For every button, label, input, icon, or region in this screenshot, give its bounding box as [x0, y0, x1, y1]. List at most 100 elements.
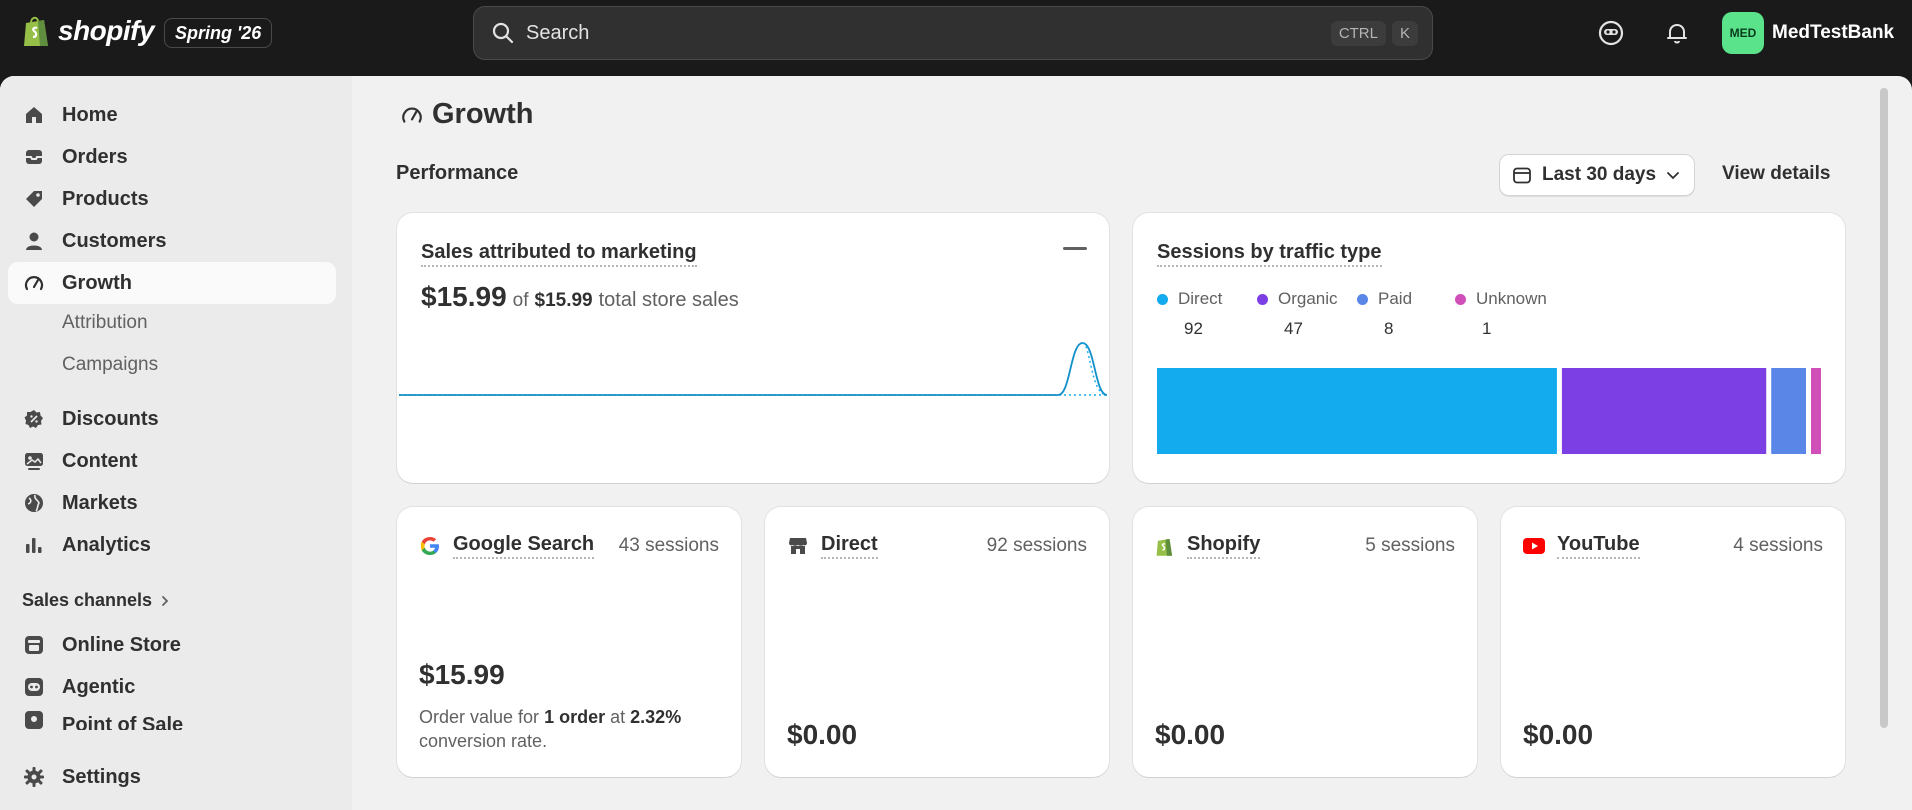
sales-value: $15.99: [421, 281, 507, 312]
search-input[interactable]: [526, 21, 1325, 45]
source-card-google-search[interactable]: Google Search 43 sessions $15.99 Order v…: [397, 507, 741, 777]
discount-icon: [22, 407, 46, 431]
account-menu[interactable]: MED MedTestBank: [1722, 12, 1894, 54]
legend-item[interactable]: Direct 92: [1157, 289, 1222, 339]
legend-dot: [1455, 293, 1466, 305]
page-title: Growth: [400, 98, 534, 131]
sidebar-item-point-of-sale[interactable]: Point of Sale: [8, 708, 336, 730]
sales-of: of: [512, 290, 529, 311]
legend-label-row: Unknown: [1455, 289, 1547, 309]
sidebar-item-growth[interactable]: Growth: [8, 262, 336, 304]
legend-item[interactable]: Organic 47: [1257, 289, 1338, 339]
sidebar-subitem-attribution[interactable]: Attribution: [62, 312, 148, 334]
sidebar-item-markets[interactable]: Markets: [8, 482, 336, 524]
legend-label: Paid: [1378, 289, 1413, 308]
sales-card-title[interactable]: Sales attributed to marketing: [421, 241, 697, 267]
sales-suffix: total store sales: [598, 289, 739, 311]
section-title: Performance: [396, 162, 519, 184]
top-bar: shopify Spring '26 CTRL K MED MedTestBan…: [0, 0, 1912, 66]
legend-label-row: Organic: [1257, 289, 1338, 309]
sales-attributed-card: Sales attributed to marketing $15.99 of …: [397, 213, 1109, 483]
source-card-direct[interactable]: Direct 92 sessions $0.00: [765, 507, 1109, 777]
source-name[interactable]: YouTube: [1557, 533, 1640, 559]
sidebar-item-discounts[interactable]: Discounts: [8, 398, 336, 440]
legend-dot: [1357, 293, 1368, 305]
sales-total: $15.99: [534, 290, 593, 311]
person-icon: [22, 229, 46, 253]
search-bar[interactable]: CTRL K: [473, 6, 1433, 60]
source-card-youtube[interactable]: YouTube 4 sessions $0.00: [1501, 507, 1845, 777]
sidebar-item-online-store[interactable]: Online Store: [8, 624, 336, 666]
sidebar-item-analytics[interactable]: Analytics: [8, 524, 336, 566]
bar-chart-icon: [22, 533, 46, 557]
source-card-shopify[interactable]: Shopify 5 sessions $0.00: [1133, 507, 1477, 777]
bell-icon: [1667, 24, 1687, 44]
sidebar-item-customers[interactable]: Customers: [8, 220, 336, 262]
source-name[interactable]: Google Search: [453, 533, 595, 559]
calendar-icon: [1513, 167, 1531, 184]
avatar: MED: [1722, 12, 1764, 54]
source-detail: Order value for 1 order at 2.32% convers…: [419, 705, 719, 753]
source-value: $15.99: [419, 659, 505, 690]
sidebar-item-content[interactable]: Content: [8, 440, 336, 482]
legend-dot: [1157, 293, 1168, 305]
legend-item[interactable]: Unknown 1: [1455, 289, 1547, 339]
sidebar-item-label: Orders: [62, 145, 128, 168]
sidebar: Home Orders Products Customers Growth At…: [0, 76, 352, 810]
brand-name: shopify: [58, 15, 155, 46]
sidebar-item-label: Settings: [62, 765, 141, 788]
legend-label-row: Paid: [1357, 289, 1412, 309]
sales-summary: $15.99 of $15.99 total store sales: [421, 281, 739, 313]
admin-frame: Home Orders Products Customers Growth At…: [0, 76, 1912, 810]
google-icon: [420, 537, 439, 555]
minus-icon[interactable]: [1063, 247, 1087, 251]
shopify-logo[interactable]: shopify: [22, 14, 155, 48]
sidebar-item-orders[interactable]: Orders: [8, 136, 336, 178]
sidebar-item-agentic[interactable]: Agentic: [8, 666, 336, 708]
content-icon: [22, 449, 46, 473]
scrollbar[interactable]: [1880, 88, 1888, 728]
bar-segment-direct: [1157, 368, 1557, 454]
sidebar-item-label: Analytics: [62, 533, 151, 556]
orders-icon: [22, 145, 46, 169]
legend-value: 92: [1184, 319, 1203, 338]
sidebar-item-home[interactable]: Home: [8, 94, 336, 136]
legend-item[interactable]: Paid 8: [1357, 289, 1412, 339]
source-sessions: 5 sessions: [1365, 535, 1455, 556]
detail-mid: at: [610, 707, 626, 727]
detail-orders: 1 order: [544, 707, 606, 727]
sidebar-item-settings[interactable]: Settings: [8, 756, 336, 798]
sidekick-button[interactable]: [1596, 18, 1626, 48]
date-range-button[interactable]: Last 30 days: [1499, 154, 1695, 196]
legend-value: 47: [1284, 319, 1303, 338]
legend-label: Direct: [1178, 289, 1223, 308]
notifications-button[interactable]: [1662, 18, 1692, 48]
main-content: Growth Performance Last 30 days View det…: [352, 76, 1892, 810]
edition-badge[interactable]: Spring '26: [164, 18, 273, 48]
sidebar-item-products[interactable]: Products: [8, 178, 336, 220]
gauge-icon: [22, 271, 46, 295]
source-name[interactable]: Shopify: [1187, 533, 1261, 559]
date-range-label: Last 30 days: [1542, 164, 1657, 185]
sidebar-item-label: Markets: [62, 491, 138, 514]
sales-channels-label: Sales channels: [22, 590, 153, 610]
legend-value: 8: [1384, 319, 1394, 338]
sales-line-chart: [399, 342, 1108, 396]
sales-channels-heading[interactable]: Sales channels: [22, 590, 170, 611]
sidebar-item-label: Products: [62, 187, 149, 210]
sidebar-item-label: Home: [62, 103, 118, 126]
legend-value: 1: [1482, 319, 1492, 338]
sidebar-item-label: Growth: [62, 271, 132, 294]
gear-icon: [22, 765, 46, 789]
sidebar-item-label: Customers: [62, 229, 167, 252]
sidebar-item-label: Content: [62, 449, 138, 472]
source-name[interactable]: Direct: [821, 533, 878, 559]
chevron-right-icon: [162, 595, 169, 606]
shortcut-key: K: [1391, 20, 1418, 46]
page-title-text: Growth: [432, 98, 534, 130]
view-details-button[interactable]: View details: [1722, 163, 1830, 185]
source-sessions: 4 sessions: [1733, 535, 1823, 556]
detail-rate: 2.32%: [630, 707, 682, 727]
sessions-card-title[interactable]: Sessions by traffic type: [1157, 241, 1382, 267]
sidebar-subitem-campaigns[interactable]: Campaigns: [62, 354, 158, 376]
